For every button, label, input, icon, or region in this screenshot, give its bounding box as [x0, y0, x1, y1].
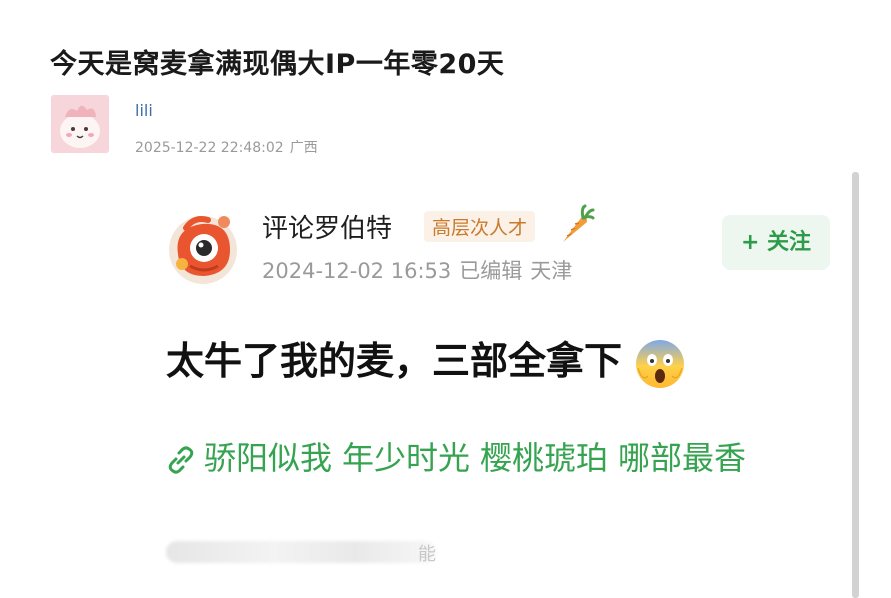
tag-2[interactable]: 年少时光 — [342, 439, 470, 477]
blurred-text-tail: 能 — [418, 544, 436, 565]
link-icon — [166, 445, 196, 475]
tag-4[interactable]: 哪部最香 — [618, 439, 746, 477]
commenter-avatar[interactable] — [164, 210, 242, 288]
comment-datetime: 2024-12-02 16:53 — [262, 259, 452, 283]
edited-label: 已编辑 — [459, 259, 523, 283]
follow-button[interactable]: + 关注 — [722, 215, 830, 270]
screaming-face-emoji-icon — [634, 338, 686, 390]
talent-badge: 高层次人才 — [424, 211, 536, 242]
comment-screenshot: 评论罗伯特 高层次人才 2024-12-02 16:53 已编辑 天津 + 关注 太… — [140, 168, 845, 598]
comment-location: 天津 — [530, 259, 573, 283]
scrollbar[interactable] — [852, 172, 859, 598]
post-title: 今天是窝麦拿满现偶大IP一年零20天 — [50, 49, 505, 80]
carrot-icon — [555, 204, 595, 246]
tag-3[interactable]: 樱桃琥珀 — [480, 439, 608, 477]
post-location: 广西 — [289, 140, 318, 156]
author-avatar[interactable] — [51, 95, 109, 153]
orange-mascot-icon — [169, 216, 237, 284]
author-name[interactable]: lili — [135, 101, 153, 120]
cartoon-avatar-icon — [51, 95, 109, 153]
topic-tags: 骄阳似我 年少时光 樱桃琥珀 哪部最香 — [166, 433, 756, 479]
comment-meta: 2024-12-02 16:53 已编辑 天津 — [262, 255, 580, 285]
blurred-text — [166, 541, 436, 563]
post-datetime: 2025-12-22 22:48:02 — [135, 140, 284, 156]
commenter-name[interactable]: 评论罗伯特 — [262, 208, 392, 245]
comment-text: 太牛了我的麦，三部全拿下 — [166, 339, 623, 383]
comment-body: 太牛了我的麦，三部全拿下 — [166, 330, 686, 390]
post-meta: 2025-12-22 22:48:02 广西 — [135, 137, 324, 157]
tag-1[interactable]: 骄阳似我 — [204, 439, 332, 477]
